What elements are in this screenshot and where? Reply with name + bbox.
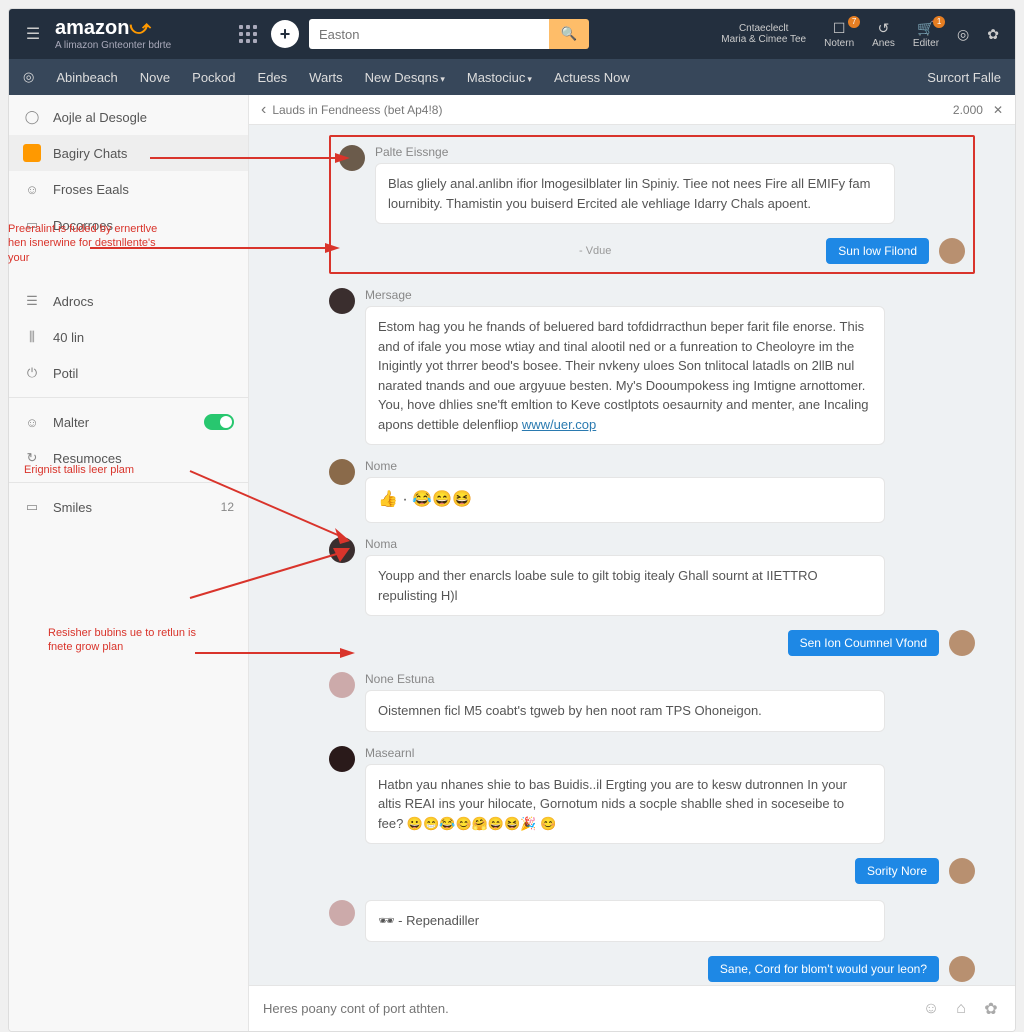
avatar xyxy=(329,672,355,698)
nav-item-6[interactable]: Mastociuc▾ xyxy=(467,70,532,85)
message-text: Estom hag you he fnands of beluered bard… xyxy=(365,306,885,445)
avatar xyxy=(329,459,355,485)
list-icon: ☰ xyxy=(23,292,41,310)
sidebar-item-adrocs[interactable]: ☰Adrocs xyxy=(9,283,248,319)
person-icon: ☺ xyxy=(23,180,41,198)
message-author: Masearnl xyxy=(365,746,975,760)
emoji-reaction: 👍 · 😂😄😆 xyxy=(365,477,885,523)
sidebar-item-desogle[interactable]: ◯Aojle al Desogle xyxy=(9,99,248,135)
search-button[interactable]: 🔍 xyxy=(549,19,589,49)
editor-badge: 1 xyxy=(933,16,945,28)
nav-item-5[interactable]: New Desqns▾ xyxy=(365,70,445,85)
message-author: Palte Eissnge xyxy=(375,145,965,159)
send-button-2[interactable]: Sen Ion Coumnel Vfond xyxy=(788,630,939,656)
editor-menu[interactable]: 🛒 Editer 1 xyxy=(913,20,939,49)
chat-icon xyxy=(23,144,41,162)
message-text: 🕶 - Repenadiller xyxy=(365,900,885,942)
message-link[interactable]: www/uer.cop xyxy=(522,417,596,432)
brand-name: amazon xyxy=(55,17,129,39)
nav-target-icon[interactable]: ◎ xyxy=(23,69,34,85)
contact-menu[interactable]: Cntaecleclt Maria & Cimee Tee xyxy=(721,23,806,45)
sidebar-item-chats[interactable]: Bagiry Chats xyxy=(9,135,248,171)
message-text: Blas gliely anal.anlibn ifior lmogesilbl… xyxy=(375,163,895,224)
folder-icon: ▭ xyxy=(23,498,41,516)
notification-badge: 7 xyxy=(848,16,860,28)
my-avatar xyxy=(949,630,975,656)
avatar xyxy=(329,900,355,926)
nav-item-3[interactable]: Edes xyxy=(258,70,288,85)
hamburger-menu[interactable]: ☰ xyxy=(17,18,49,50)
message-text: Youpp and ther enarcls loabe sule to gil… xyxy=(365,555,885,616)
sidebar-item-resumoces[interactable]: ↻Resumoces xyxy=(9,440,248,476)
refresh-icon: ↻ xyxy=(23,449,41,467)
vdue-label: - Vdue xyxy=(579,245,611,257)
my-avatar xyxy=(949,858,975,884)
notifications[interactable]: ☐ Notern 7 xyxy=(824,20,854,49)
clock-icon: ↺ xyxy=(878,20,890,38)
nav-item-4[interactable]: Warts xyxy=(309,70,342,85)
my-avatar xyxy=(949,956,975,982)
avatar xyxy=(329,288,355,314)
nav-item-1[interactable]: Nove xyxy=(140,70,170,85)
attach-icon[interactable]: ✿ xyxy=(981,999,1001,1019)
avatar xyxy=(329,746,355,772)
message-text: Hatbn yau nhanes shie to bas Buidis..il … xyxy=(365,764,885,845)
crumb-count: 2.000 xyxy=(953,103,983,117)
avatar xyxy=(339,145,365,171)
target-icon[interactable]: ◎ xyxy=(957,25,969,43)
history-menu[interactable]: ↺ Anes xyxy=(872,20,895,49)
composer-input[interactable] xyxy=(263,1001,911,1016)
nav-support[interactable]: Surcort Falle xyxy=(927,70,1001,85)
breadcrumb-text: Lauds in Fendneess (bet Ap4!8) xyxy=(272,103,442,117)
close-icon[interactable]: ✕ xyxy=(993,103,1003,117)
apps-grid-icon[interactable] xyxy=(235,21,261,47)
back-chevron[interactable]: ‹ xyxy=(261,101,266,119)
message-author: Noma xyxy=(365,537,975,551)
doc-icon: ▭ xyxy=(23,216,41,234)
brand-tagline: A limazon Gnteonter bdrte xyxy=(55,40,235,51)
brand-logo[interactable]: amazon⤻ A limazon Gnteonter bdrte xyxy=(55,18,235,51)
emoji-icon[interactable]: ☺ xyxy=(921,1000,941,1018)
message-text: Oistemnen ficl M5 coabt's tgweb by hen n… xyxy=(365,690,885,732)
sidebar-item-smiles[interactable]: ▭Smiles12 xyxy=(9,489,248,525)
send-button-4[interactable]: Sane, Cord for blom't would your leon? xyxy=(708,956,939,982)
bell-icon: ☐ xyxy=(833,20,846,38)
search-icon: 🔍 xyxy=(561,26,578,42)
sidebar-item-docorroes[interactable]: ▭Docorroes xyxy=(9,207,248,243)
sidebar-item-potil[interactable]: ⏻Potil xyxy=(9,355,248,391)
send-button-3[interactable]: Sority Nore xyxy=(855,858,939,884)
message-author: Mersage xyxy=(365,288,975,302)
avatar xyxy=(329,537,355,563)
my-avatar xyxy=(939,238,965,264)
bars-icon: ⫼ xyxy=(23,328,41,346)
search-input[interactable] xyxy=(309,19,549,49)
settings-icon[interactable]: ✿ xyxy=(987,25,999,43)
add-button[interactable]: + xyxy=(271,20,299,48)
headset-icon: ◯ xyxy=(23,108,41,126)
nav-item-7[interactable]: Actuess Now xyxy=(554,70,630,85)
power-icon: ⏻ xyxy=(23,364,41,382)
user-icon: ☺ xyxy=(23,413,41,431)
nav-item-0[interactable]: Abinbeach xyxy=(56,70,117,85)
sidebar-item-malter[interactable]: ☺Malter xyxy=(9,404,248,440)
sidebar-item-eaals[interactable]: ☺Froses Eaals xyxy=(9,171,248,207)
message-author: Nome xyxy=(365,459,975,473)
home-icon[interactable]: ⌂ xyxy=(951,1000,971,1018)
nav-item-2[interactable]: Pockod xyxy=(192,70,235,85)
gear-icon: ✿ xyxy=(987,25,999,43)
highlighted-message: Palte Eissnge Blas gliely anal.anlibn if… xyxy=(329,135,975,274)
send-button-1[interactable]: Sun low Filond xyxy=(826,238,929,264)
malter-toggle[interactable] xyxy=(204,414,234,430)
sidebar-item-40lin[interactable]: ⫼40 lin xyxy=(9,319,248,355)
message-author: None Estuna xyxy=(365,672,975,686)
